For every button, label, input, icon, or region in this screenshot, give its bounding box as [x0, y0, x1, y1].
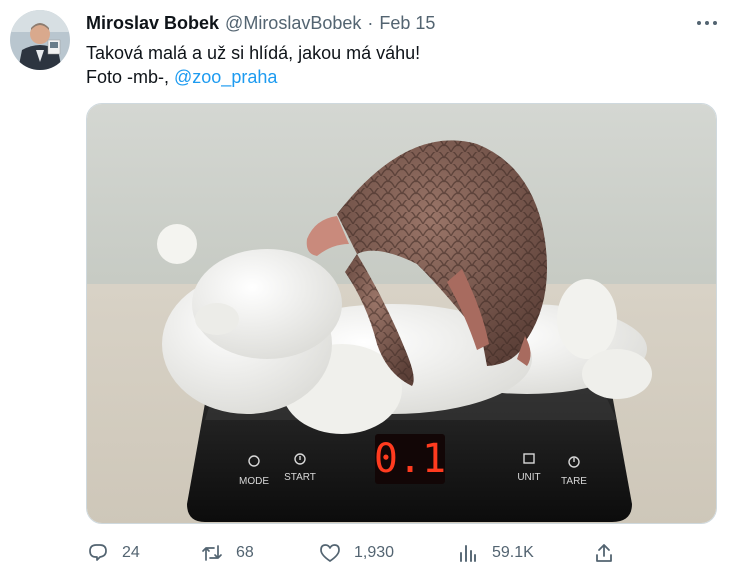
like-button[interactable]: 1,930 [318, 537, 394, 569]
separator-dot: · [367, 12, 374, 33]
mention-link[interactable]: @zoo_praha [174, 67, 277, 87]
author-handle[interactable]: @MiroslavBobek [225, 13, 361, 34]
scale-display: 0.1 [374, 436, 446, 482]
share-button[interactable] [592, 537, 616, 569]
scale-tare-label: TARE [561, 476, 587, 487]
tweet[interactable]: Miroslav Bobek @MiroslavBobek · Feb 15 T… [0, 0, 736, 575]
views-count: 59.1K [492, 544, 534, 561]
like-count: 1,930 [354, 544, 395, 561]
tweet-text: Taková malá a už si hlídá, jakou má váhu… [86, 41, 420, 89]
retweet-button[interactable]: 68 [200, 537, 254, 569]
more-icon [697, 21, 717, 25]
tweet-date[interactable]: Feb 15 [379, 13, 435, 34]
tweet-text-line-2: Foto -mb-, @zoo_praha [86, 65, 420, 89]
tweet-actions: 24 68 1,930 59.1K [86, 537, 626, 569]
more-options-button[interactable] [692, 12, 722, 34]
scale-start-label: START [284, 472, 316, 483]
retweet-icon [200, 541, 224, 565]
tweet-text-line-1: Taková malá a už si hlídá, jakou má váhu… [86, 43, 421, 63]
avatar[interactable] [10, 10, 70, 70]
photo-credit: Foto -mb-, [86, 67, 175, 87]
reply-icon [86, 541, 110, 565]
tweet-header: Miroslav Bobek @MiroslavBobek · Feb 15 [86, 12, 435, 34]
scale-mode-label: MODE [239, 476, 269, 487]
reply-count: 24 [122, 544, 140, 561]
views-button[interactable]: 59.1K [456, 537, 534, 569]
author-name[interactable]: Miroslav Bobek [86, 13, 219, 34]
reply-button[interactable]: 24 [86, 537, 140, 569]
scale-unit-label: UNIT [517, 472, 540, 483]
views-icon [456, 541, 480, 565]
heart-icon [318, 541, 342, 565]
retweet-count: 68 [236, 544, 254, 561]
share-icon [592, 541, 616, 565]
tweet-photo[interactable]: 0.1 MODE START UNIT TARE [86, 103, 717, 524]
